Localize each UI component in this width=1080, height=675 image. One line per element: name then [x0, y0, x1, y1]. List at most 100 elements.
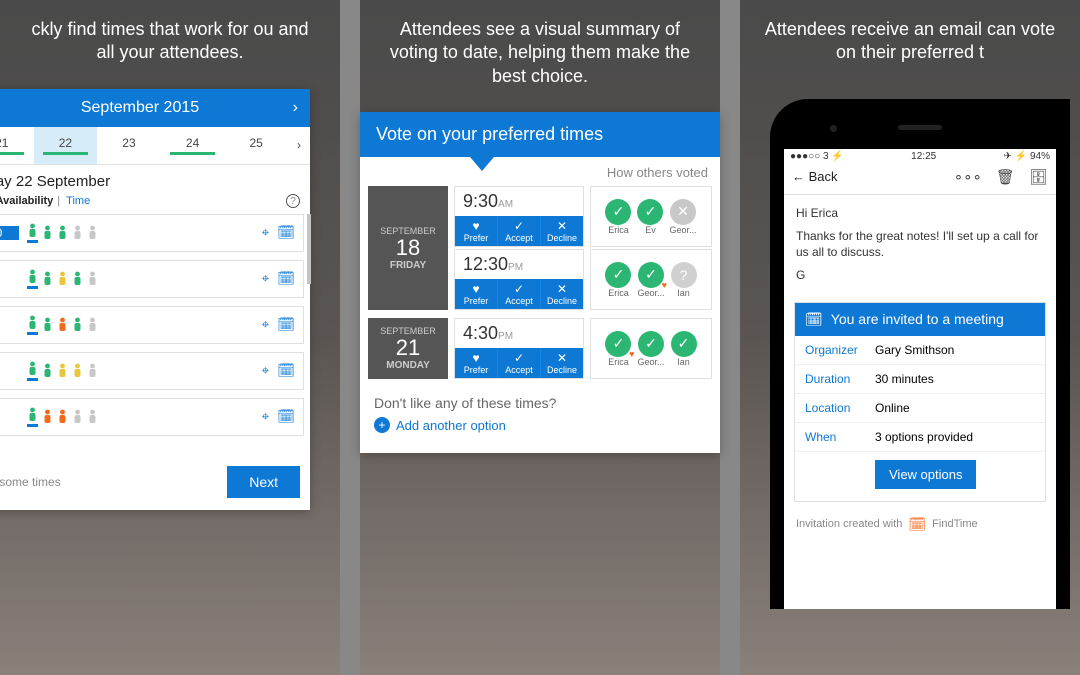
vote-status-icon: ✕	[670, 199, 696, 225]
time-slot[interactable]: 2:30⌖🗓	[0, 214, 304, 252]
attendee-icons	[19, 223, 261, 243]
day-cell[interactable]: 22	[34, 127, 98, 164]
findtime-footer: Invitation created with 🗓 FindTime	[784, 510, 1056, 545]
time-option[interactable]: 9:30AM ♥Prefer ✓Accept ✕Decline	[454, 186, 584, 247]
voter-name: Geor...	[637, 288, 664, 298]
voter-name: Ian	[677, 357, 690, 367]
person-icon	[42, 317, 53, 333]
slot-time: 00	[0, 318, 19, 332]
time-slot[interactable]: 30⌖🗓	[0, 260, 304, 298]
days-next-icon[interactable]: ›	[288, 127, 310, 164]
voter: ✓Ev	[637, 199, 663, 235]
calendar-icon[interactable]: 🗓	[277, 224, 295, 241]
status-left: ●●●○○ 3 ⚡	[790, 151, 844, 162]
accept-button[interactable]: ✓Accept	[498, 348, 541, 378]
vote-status-icon: ✓	[637, 199, 663, 225]
decline-button[interactable]: ✕Decline	[541, 216, 583, 246]
add-another-label: Add another option	[396, 418, 506, 433]
voter: ✓Geor...	[637, 331, 664, 367]
time-slot[interactable]: 00 ⌖ 🗓	[0, 306, 304, 344]
location-icon[interactable]: ⌖	[261, 408, 269, 425]
day-number: 25	[249, 136, 262, 150]
person-icon	[72, 363, 83, 379]
person-icon	[42, 363, 53, 379]
add-another-option[interactable]: + Add another option	[360, 413, 720, 441]
time-slot[interactable]: 15 ⌖ 🗓	[0, 398, 304, 436]
person-icon	[27, 223, 38, 243]
sort-availability[interactable]: Availability	[0, 195, 53, 207]
voter: ?Ian	[671, 262, 697, 298]
caption: Attendees receive an email can vote on t…	[740, 0, 1080, 89]
calendar-icon[interactable]: 🗓	[277, 316, 295, 333]
location-icon[interactable]: ⌖	[261, 270, 269, 287]
prefer-button[interactable]: ♥Prefer	[455, 216, 498, 246]
person-icon	[87, 363, 98, 379]
person-icon	[42, 409, 53, 425]
person-icon	[72, 409, 83, 425]
person-icon	[57, 317, 68, 333]
more-icon[interactable]: ∘∘∘	[954, 168, 982, 186]
accept-button[interactable]: ✓Accept	[498, 216, 541, 246]
calendar-icon[interactable]: 🗓	[277, 408, 295, 425]
scrollbar[interactable]	[307, 214, 311, 284]
phone-screen: ●●●○○ 3 ⚡ 12:25 ✈ ⚡ 94% ← Back ∘∘∘ 🗑 🗄 H…	[784, 149, 1056, 609]
day-cell[interactable]: 24	[161, 127, 225, 164]
vote-card: Vote on your preferred times How others …	[360, 112, 720, 453]
day-number: 18	[368, 236, 448, 260]
accept-button[interactable]: ✓Accept	[498, 279, 541, 309]
person-icon	[72, 317, 83, 333]
organizer-marker	[27, 378, 38, 381]
invite-field-label: Duration	[795, 365, 865, 394]
prefer-button[interactable]: ♥Prefer	[455, 279, 498, 309]
decline-button[interactable]: ✕Decline	[541, 348, 583, 378]
person-icon	[72, 271, 83, 287]
decline-button[interactable]: ✕Decline	[541, 279, 583, 309]
month-header[interactable]: September 2015 ›	[0, 89, 310, 127]
availability-bar	[0, 152, 24, 155]
panel-voting-summary: Attendees see a visual summary of voting…	[360, 0, 720, 675]
trash-icon[interactable]: 🗑	[996, 168, 1015, 186]
phone-frame: ●●●○○ 3 ⚡ 12:25 ✈ ⚡ 94% ← Back ∘∘∘ 🗑 🗄 H…	[770, 99, 1070, 609]
time-option[interactable]: 12:30PM ♥Prefer ✓Accept ✕Decline	[454, 249, 584, 310]
availability-bar	[170, 152, 215, 155]
person-icon	[87, 317, 98, 333]
person-icon	[57, 363, 68, 379]
attendee-icons	[19, 361, 261, 381]
date-block: SEPTEMBER21MONDAY	[368, 318, 448, 379]
next-button[interactable]: Next	[227, 466, 300, 498]
chevron-right-icon[interactable]: ›	[293, 99, 298, 117]
calendar-icon[interactable]: 🗓	[277, 270, 295, 287]
slot-time: 15	[0, 410, 19, 424]
person-icon	[87, 271, 98, 287]
day-cell[interactable]: 21	[0, 127, 34, 164]
phone-camera	[830, 125, 837, 132]
status-bar: ●●●○○ 3 ⚡ 12:25 ✈ ⚡ 94%	[784, 149, 1056, 164]
view-options-button[interactable]: View options	[875, 460, 976, 489]
day-cell[interactable]: 23	[97, 127, 161, 164]
calendar-icon[interactable]: 🗓	[277, 362, 295, 379]
location-icon[interactable]: ⌖	[261, 362, 269, 379]
location-icon[interactable]: ⌖	[261, 316, 269, 333]
time-slot[interactable]: 30⌖🗓	[0, 352, 304, 390]
back-button[interactable]: ← Back	[792, 169, 838, 184]
action-row: ♥Prefer ✓Accept ✕Decline	[455, 348, 583, 378]
availability-bar	[43, 152, 88, 155]
status-right: ✈ ⚡ 94%	[1004, 151, 1050, 162]
time-option[interactable]: 4:30PM ♥Prefer ✓Accept ✕Decline	[454, 318, 584, 379]
vote-status-icon: ✓	[638, 331, 664, 357]
how-others-voted-label: How others voted	[360, 157, 720, 186]
time-col: 4:30PM ♥Prefer ✓Accept ✕Decline	[454, 318, 584, 379]
help-icon[interactable]: ?	[286, 194, 300, 208]
prefer-button[interactable]: ♥Prefer	[455, 348, 498, 378]
archive-icon[interactable]: 🗄	[1029, 168, 1048, 186]
vote-status-icon: ?	[671, 262, 697, 288]
sort-time[interactable]: Time	[66, 195, 90, 207]
location-icon[interactable]: ⌖	[261, 224, 269, 241]
day-cell[interactable]: 25	[224, 127, 288, 164]
voter-name: Erica	[608, 357, 629, 367]
voter: ✓Erica	[605, 331, 631, 367]
calendar-icon: 🗓	[805, 311, 823, 328]
vote-header: Vote on your preferred times	[360, 112, 720, 157]
voter: ✓Erica	[605, 262, 631, 298]
person-icon	[27, 269, 38, 289]
